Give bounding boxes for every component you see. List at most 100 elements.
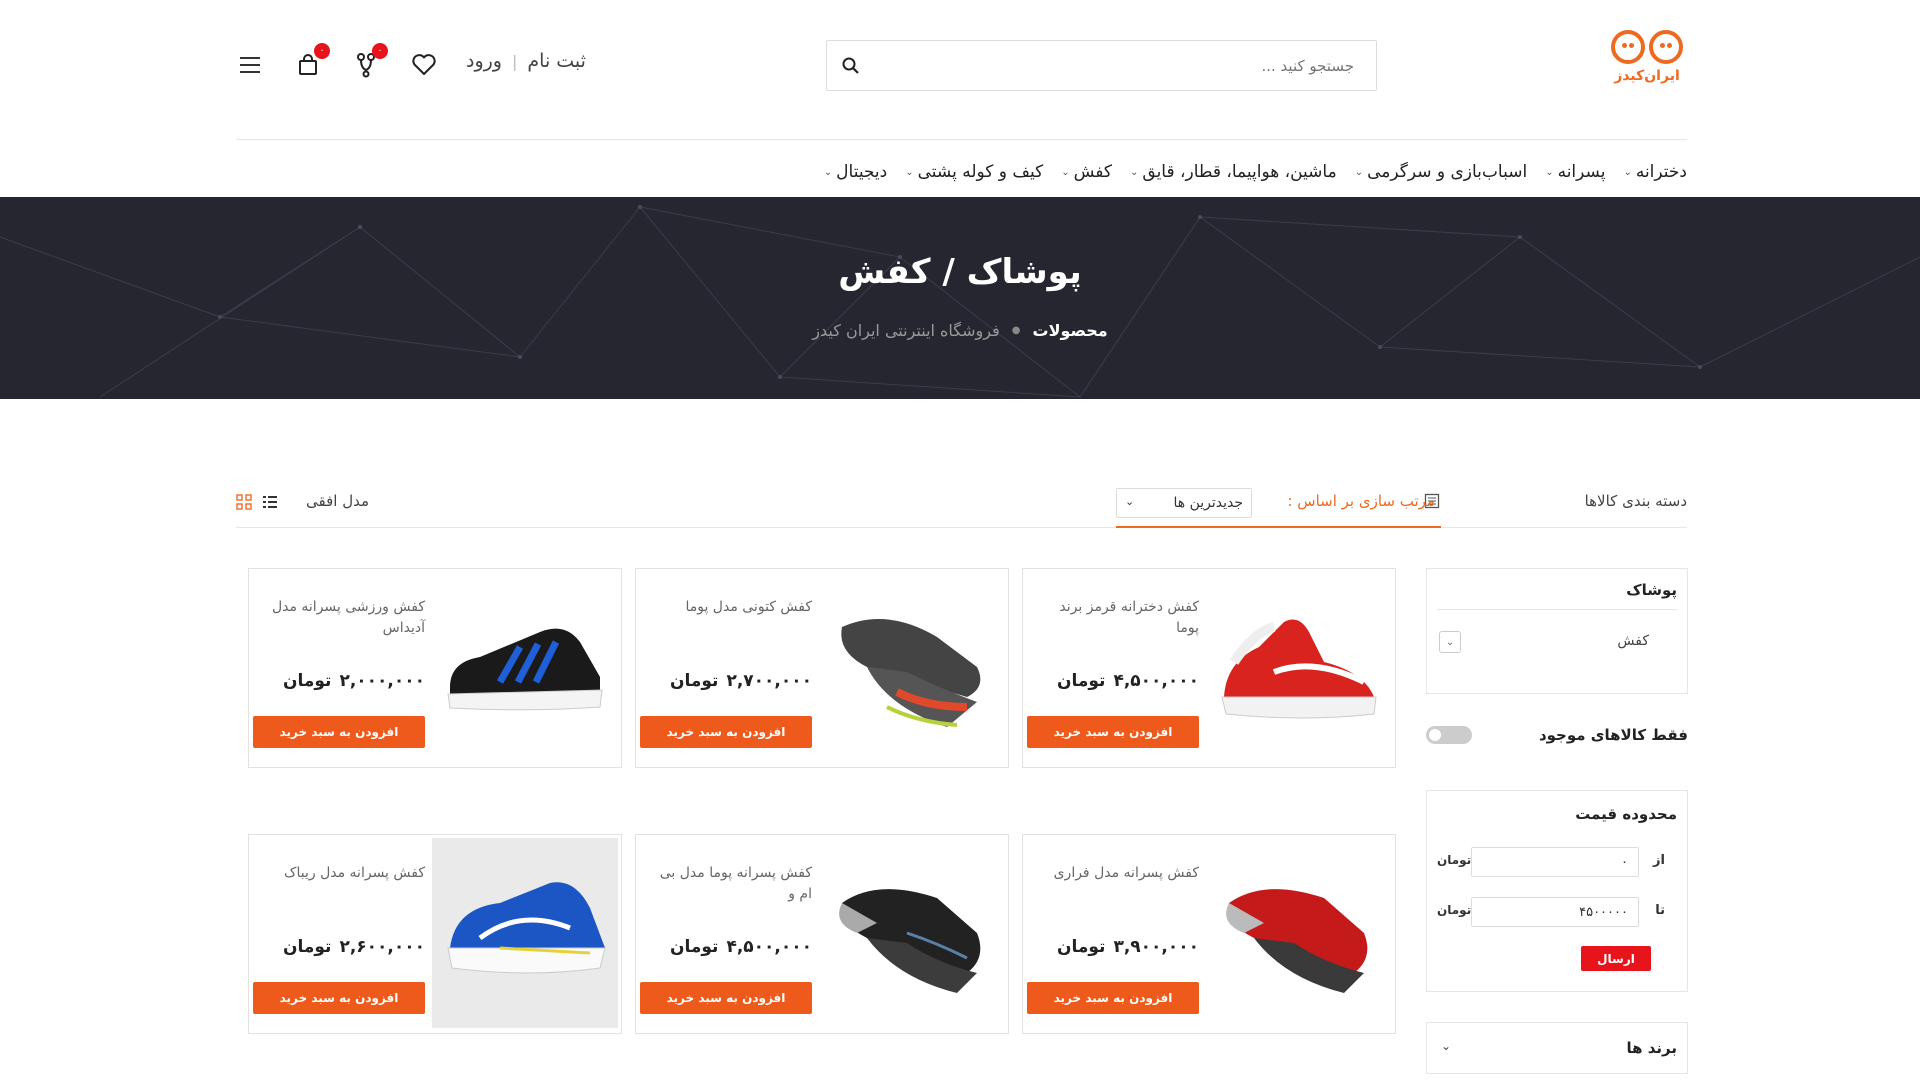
product-price: ۲,۶۰۰,۰۰۰ تومان [283,937,425,957]
chevron-down-icon: ⌄ [1130,166,1139,178]
menu-icon[interactable] [236,51,264,79]
sort-select[interactable]: جدیدترین ها ⌄ [1116,488,1252,518]
chevron-down-icon: ⌄ [1545,166,1554,178]
product-image[interactable] [1206,572,1392,762]
site-header: ایران‌کیدز ثبت نام | ورود ۰ ۰ [0,0,1920,138]
expand-chevron-icon[interactable]: ⌄ [1439,631,1461,653]
product-price: ۴,۵۰۰,۰۰۰ تومان [670,937,812,957]
chevron-down-icon: ⌄ [1125,495,1135,508]
category-item-shoes[interactable]: کفش [1617,633,1649,649]
price-amount: ۲,۷۰۰,۰۰۰ [726,671,812,691]
nav-label: اسباب‌بازی و سرگرمی [1367,162,1528,182]
nav-item-toys[interactable]: اسباب‌بازی و سرگرمی ⌄ [1355,162,1528,182]
price-currency: تومان [282,937,332,957]
product-image[interactable] [819,572,1005,762]
login-link[interactable]: ورود [466,50,502,72]
price-from-unit: تومان [1437,853,1472,867]
product-name[interactable]: کفش پسرانه مدل فراری [1039,863,1199,884]
auth-links: ثبت نام | ورود [466,50,586,72]
nav-item-bags[interactable]: کیف و کوله پشتی ⌄ [905,162,1043,182]
breadcrumb-separator: ● [1011,325,1021,336]
nav-item-vehicles[interactable]: ماشین، هواپیما، قطار، قایق ⌄ [1130,162,1337,182]
product-image[interactable] [819,838,1005,1028]
logo-faces-icon [1611,30,1683,64]
product-image[interactable] [1206,838,1392,1028]
product-name[interactable]: کفش ورزشی پسرانه مدل آدیداس [265,597,425,639]
sneaker-icon [447,882,606,974]
product-name[interactable]: کفش پسرانه مدل ریباک [265,863,425,884]
auth-divider: | [512,51,518,71]
price-from-input[interactable]: ۰ [1471,847,1639,877]
sort-label: مرتب سازی بر اساس : [1287,492,1435,510]
nav-item-girls[interactable]: دخترانه ⌄ [1623,162,1687,182]
category-filter-title: پوشاک [1626,581,1677,599]
add-to-cart-button[interactable]: افزودن به سبد خرید [253,716,425,748]
product-card[interactable]: کفش دخترانه قرمز برند پوما ۴,۵۰۰,۰۰۰ توما… [1022,568,1396,768]
nav-item-boys[interactable]: پسرانه ⌄ [1545,162,1605,182]
product-card[interactable]: کفش پسرانه پوما مدل بی ام و ۴,۵۰۰,۰۰۰ توم… [635,834,1009,1034]
price-submit-button[interactable]: ارسال [1581,946,1651,971]
product-card[interactable]: کفش کتونی مدل پوما ۲,۷۰۰,۰۰۰ تومان افزودن… [635,568,1009,768]
add-to-cart-button[interactable]: افزودن به سبد خرید [640,982,812,1014]
page-banner: پوشاک / کفش محصولات ● فروشگاه اینترنتی ا… [0,197,1920,399]
product-card[interactable]: کفش ورزشی پسرانه مدل آدیداس ۲,۰۰۰,۰۰۰ توم… [248,568,622,768]
product-name[interactable]: کفش دخترانه قرمز برند پوما [1039,597,1199,639]
product-price: ۲,۷۰۰,۰۰۰ تومان [670,671,812,691]
grid-view-icon[interactable] [236,494,252,510]
site-logo[interactable]: ایران‌کیدز [1607,30,1687,102]
search-icon[interactable] [827,42,875,90]
view-mode-label: مدل افقی [306,492,370,510]
list-view-icon[interactable] [262,494,278,510]
network-background [0,205,1920,398]
product-price: ۴,۵۰۰,۰۰۰ تومان [1057,671,1199,691]
price-to-unit: تومان [1437,903,1472,917]
product-price: ۳,۹۰۰,۰۰۰ تومان [1057,937,1199,957]
nav-label: کفش [1073,162,1112,182]
sneaker-icon [447,628,603,711]
cart-icon[interactable]: ۰ [294,43,330,79]
chevron-down-icon: ⌄ [823,166,833,178]
compare-count-badge: ۰ [372,43,388,59]
price-to-label: تا [1655,903,1665,918]
price-from-label: از [1653,853,1665,868]
price-range-panel: محدوده قیمت از ۰ تومان تا ۴۵۰۰۰۰۰ تومان … [1426,790,1688,992]
add-to-cart-button[interactable]: افزودن به سبد خرید [640,716,812,748]
breadcrumb-home[interactable]: فروشگاه اینترنتی ایران کیدز [812,321,999,340]
price-amount: ۳,۹۰۰,۰۰۰ [1113,937,1199,957]
nav-item-digital[interactable]: دیجیتال ⌄ [824,162,887,182]
nav-label: دیجیتال [836,162,888,182]
product-image[interactable] [432,572,618,762]
in-stock-toggle[interactable] [1426,726,1472,744]
add-to-cart-button[interactable]: افزودن به سبد خرید [253,982,425,1014]
nav-item-shoes[interactable]: کفش ⌄ [1061,162,1112,182]
price-to-input[interactable]: ۴۵۰۰۰۰۰ [1471,897,1639,927]
breadcrumb-current[interactable]: محصولات [1032,321,1107,340]
product-card[interactable]: کفش پسرانه مدل ریباک ۲,۶۰۰,۰۰۰ تومان افزو… [248,834,622,1034]
product-image[interactable] [432,838,618,1028]
product-name[interactable]: کفش پسرانه پوما مدل بی ام و [652,863,812,905]
price-range-title: محدوده قیمت [1575,805,1677,823]
in-stock-filter: فقط کالاهای موجود [1426,724,1688,750]
price-currency: تومان [669,671,719,691]
header-divider [236,139,1687,140]
product-card[interactable]: کفش پسرانه مدل فراری ۳,۹۰۰,۰۰۰ تومان افزو… [1022,834,1396,1034]
add-to-cart-button[interactable]: افزودن به سبد خرید [1027,716,1199,748]
product-name[interactable]: کفش کتونی مدل پوما [652,597,812,618]
compare-icon[interactable]: ۰ [352,43,388,79]
breadcrumb: محصولات ● فروشگاه اینترنتی ایران کیدز [0,321,1920,340]
chevron-down-icon: ⌄ [1354,166,1364,178]
register-link[interactable]: ثبت نام [527,50,586,72]
sort-control: مرتب سازی بر اساس : جدیدترین ها ⌄ [1116,484,1441,528]
categories-heading: دسته بندی کالاها [1584,492,1687,510]
nav-label: کیف و کوله پشتی [917,162,1044,182]
page: ایران‌کیدز ثبت نام | ورود ۰ ۰ [0,0,1920,1080]
wishlist-heart-icon[interactable] [410,51,438,79]
category-filter-panel: پوشاک کفش ⌄ [1426,568,1688,694]
search-box [826,40,1377,91]
chevron-down-icon: ⌄ [1623,166,1632,178]
brands-panel[interactable]: برند ها ⌄ [1426,1022,1688,1074]
search-input[interactable] [875,41,1376,90]
chevron-down-icon: ⌄ [1061,166,1070,178]
panel-divider [1437,609,1677,610]
add-to-cart-button[interactable]: افزودن به سبد خرید [1027,982,1199,1014]
